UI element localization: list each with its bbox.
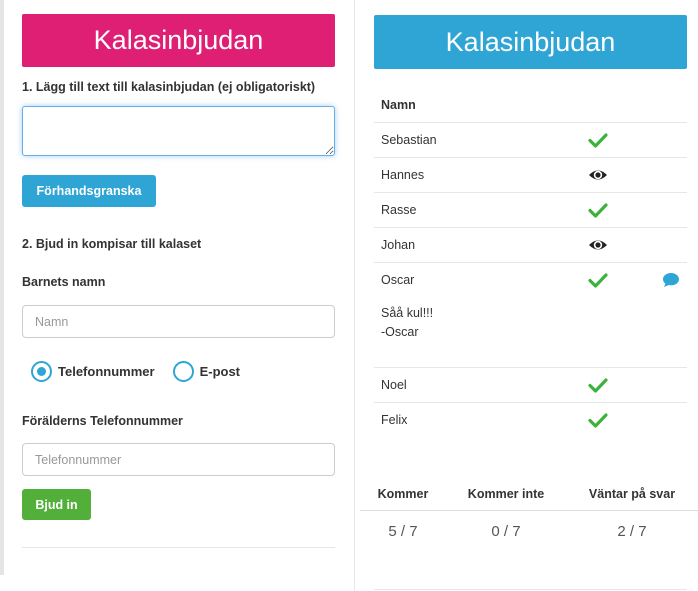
- step-1-label: 1. Lägg till text till kalasinbjudan (ej…: [22, 80, 316, 94]
- column-header-name: Namn: [381, 97, 416, 112]
- table-row: Johan: [374, 227, 687, 262]
- eye-icon: [589, 240, 607, 250]
- table-row: Hannes: [374, 157, 687, 192]
- table-header-row: Namn: [374, 87, 687, 122]
- comment-text: Såå kul!!!: [381, 306, 434, 320]
- table-row: Oscar: [374, 262, 687, 297]
- guest-name: Felix: [381, 413, 408, 427]
- child-name-label: Barnets namn: [22, 275, 106, 289]
- parent-phone-input[interactable]: [22, 443, 335, 476]
- table-row: Rasse: [374, 192, 687, 227]
- parent-phone-label: Förälderns Telefonnummer: [22, 414, 183, 428]
- guest-name: Rasse: [381, 203, 417, 217]
- comment-icon[interactable]: [662, 272, 680, 288]
- check-icon: [588, 413, 608, 428]
- table-row: Felix: [374, 402, 687, 437]
- summary-header-not-attending: Kommer inte: [467, 487, 545, 501]
- response-summary: Kommer Kommer inte Väntar på svar 5 / 7 …: [360, 478, 698, 551]
- summary-value-attending: 5 / 7: [388, 522, 418, 540]
- guest-name: Hannes: [381, 168, 425, 182]
- guest-table: Namn Sebastian Hannes Rasse Johan Oscar …: [374, 87, 687, 437]
- contact-method-group: Telefonnummer E-post: [31, 361, 335, 382]
- phone-radio[interactable]: [31, 361, 52, 382]
- guest-name: Noel: [381, 378, 407, 392]
- radio-selected-dot: [37, 367, 46, 376]
- check-icon: [588, 378, 608, 393]
- right-bottom-line: [374, 589, 687, 590]
- invitation-text-area[interactable]: [22, 106, 335, 156]
- phone-radio-label[interactable]: Telefonnummer: [58, 364, 155, 379]
- invite-button[interactable]: Bjud in: [22, 489, 91, 520]
- check-icon: [588, 203, 608, 218]
- step-2-label: 2. Bjud in kompisar till kalaset: [22, 237, 202, 251]
- child-name-input[interactable]: [22, 305, 335, 338]
- comment-author: -Oscar: [381, 325, 419, 339]
- left-edge: [0, 0, 4, 575]
- guest-comment: Såå kul!!! -Oscar: [374, 297, 687, 367]
- preview-header: Kalasinbjudan: [374, 15, 687, 69]
- panel-divider: [354, 0, 355, 591]
- summary-values-row: 5 / 7 0 / 7 2 / 7: [360, 511, 698, 551]
- summary-header-row: Kommer Kommer inte Väntar på svar: [360, 478, 698, 511]
- eye-icon: [589, 170, 607, 180]
- summary-header-attending: Kommer: [377, 487, 429, 501]
- form-header: Kalasinbjudan: [22, 14, 335, 67]
- preview-button[interactable]: Förhandsgranska: [22, 175, 156, 207]
- invitation-form: Kalasinbjudan 1. Lägg till text till kal…: [22, 14, 335, 520]
- left-divider-line: [22, 547, 335, 548]
- summary-value-pending: 2 / 7: [617, 522, 647, 540]
- email-radio[interactable]: [172, 361, 194, 382]
- email-radio-label[interactable]: E-post: [200, 364, 240, 379]
- summary-header-pending: Väntar på svar: [588, 487, 676, 501]
- table-row: Sebastian: [374, 122, 687, 157]
- check-icon: [588, 133, 608, 148]
- guest-name: Oscar: [381, 273, 415, 287]
- guest-name: Johan: [381, 238, 416, 252]
- guest-name: Sebastian: [381, 133, 437, 147]
- table-row: Noel: [374, 367, 687, 402]
- summary-value-not-attending: 0 / 7: [491, 522, 521, 540]
- check-icon: [588, 273, 608, 288]
